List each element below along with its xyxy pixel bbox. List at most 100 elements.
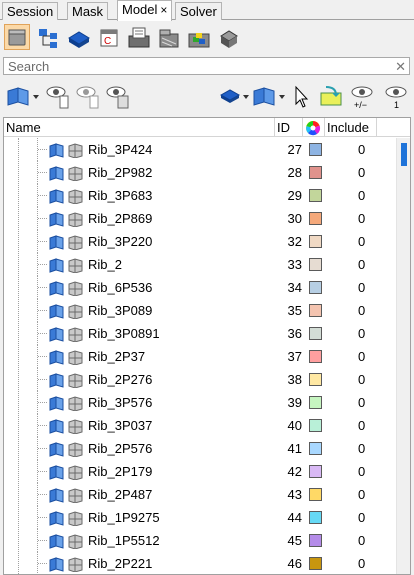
column-header-color[interactable] [303, 118, 325, 137]
tree-row[interactable]: Rib_3P424 27 0 [4, 138, 396, 161]
show-one-icon[interactable]: 1 [382, 83, 410, 111]
part-assembly-icon[interactable] [66, 24, 92, 50]
component-name[interactable]: Rib_2P487 [88, 487, 152, 502]
component-color-swatch[interactable] [309, 442, 322, 455]
component-color-swatch[interactable] [309, 235, 322, 248]
mesh-display-icon[interactable] [68, 257, 84, 273]
entity-display-icon[interactable] [6, 83, 42, 111]
component-visibility-icon[interactable] [49, 188, 65, 204]
tree-row[interactable]: Rib_2P576 41 0 [4, 437, 396, 460]
component-visibility-icon[interactable] [49, 257, 65, 273]
tree-row[interactable]: Rib_2P982 28 0 [4, 161, 396, 184]
mesh-display-icon[interactable] [68, 165, 84, 181]
component-color-swatch[interactable] [309, 166, 322, 179]
hide-icon[interactable] [74, 83, 100, 111]
component-name[interactable]: Rib_1P5512 [88, 533, 160, 548]
component-name[interactable]: Rib_3P089 [88, 303, 152, 318]
mesh-display-icon[interactable] [68, 395, 84, 411]
component-visibility-icon[interactable] [49, 464, 65, 480]
component-visibility-icon[interactable] [49, 395, 65, 411]
component-visibility-icon[interactable] [49, 487, 65, 503]
tree-row[interactable]: Rib_3P576 39 0 [4, 391, 396, 414]
tab-model[interactable]: Model × [117, 0, 173, 21]
tab-session[interactable]: Session [2, 2, 59, 20]
mesh-display-icon[interactable] [68, 418, 84, 434]
component-color-swatch[interactable] [309, 511, 322, 524]
component-visibility-icon[interactable] [49, 211, 65, 227]
tree-row[interactable]: Rib_2P276 38 0 [4, 368, 396, 391]
tree-row[interactable]: Rib_1P9275 44 0 [4, 506, 396, 529]
mesh-display-icon[interactable] [68, 142, 84, 158]
part-visibility-icon[interactable] [252, 83, 288, 111]
component-name[interactable]: Rib_2P221 [88, 556, 152, 571]
component-color-swatch[interactable] [309, 189, 322, 202]
component-color-swatch[interactable] [309, 212, 322, 225]
component-name[interactable]: Rib_3P220 [88, 234, 152, 249]
component-name[interactable]: Rib_2P179 [88, 464, 152, 479]
component-name[interactable]: Rib_3P683 [88, 188, 152, 203]
column-header-include[interactable]: Include [325, 118, 377, 137]
show-icon[interactable] [44, 83, 70, 111]
tree-row[interactable]: Rib_2P221 46 0 [4, 552, 396, 574]
mesh-display-icon[interactable] [68, 372, 84, 388]
tab-mask[interactable]: Mask [67, 2, 109, 20]
mesh-display-icon[interactable] [68, 441, 84, 457]
component-color-swatch[interactable] [309, 465, 322, 478]
mesh-display-icon[interactable] [68, 349, 84, 365]
clear-search-icon[interactable]: ✕ [395, 59, 406, 75]
component-view-icon[interactable] [4, 24, 30, 50]
component-visibility-icon[interactable] [49, 533, 65, 549]
component-name[interactable]: Rib_2P982 [88, 165, 152, 180]
property-icon[interactable] [186, 24, 212, 50]
column-header-id[interactable]: ID [275, 118, 303, 137]
component-visibility-icon[interactable] [49, 303, 65, 319]
component-color-icon[interactable] [219, 83, 253, 111]
tree-row[interactable]: Rib_3P037 40 0 [4, 414, 396, 437]
component-name[interactable]: Rib_2 [88, 257, 122, 272]
mesh-display-icon[interactable] [68, 464, 84, 480]
tree-row[interactable]: Rib_3P089 35 0 [4, 299, 396, 322]
material-icon[interactable] [156, 24, 182, 50]
component-color-swatch[interactable] [309, 419, 322, 432]
mesh-display-icon[interactable] [68, 303, 84, 319]
mesh-display-icon[interactable] [68, 487, 84, 503]
mesh-display-icon[interactable] [68, 533, 84, 549]
mesh-display-icon[interactable] [68, 211, 84, 227]
pointer-icon[interactable] [292, 83, 310, 111]
mesh-display-icon[interactable] [68, 234, 84, 250]
component-color-swatch[interactable] [309, 557, 322, 570]
component-visibility-icon[interactable] [49, 234, 65, 250]
component-visibility-icon[interactable] [49, 441, 65, 457]
component-visibility-icon[interactable] [49, 165, 65, 181]
component-name[interactable]: Rib_3P576 [88, 395, 152, 410]
component-name[interactable]: Rib_2P576 [88, 441, 152, 456]
component-color-swatch[interactable] [309, 534, 322, 547]
tab-close-icon[interactable]: × [160, 3, 167, 17]
component-color-swatch[interactable] [309, 258, 322, 271]
isolate-icon[interactable] [104, 83, 130, 111]
mesh-display-icon[interactable] [68, 280, 84, 296]
component-visibility-icon[interactable] [49, 280, 65, 296]
component-visibility-icon[interactable] [49, 510, 65, 526]
tree-row[interactable]: Rib_1P5512 45 0 [4, 529, 396, 552]
include-file-icon[interactable] [126, 24, 152, 50]
component-name[interactable]: Rib_6P536 [88, 280, 152, 295]
component-name[interactable]: Rib_3P424 [88, 142, 152, 157]
reverse-visibility-icon[interactable]: +/− [348, 83, 376, 111]
tree-row[interactable]: Rib_2P869 30 0 [4, 207, 396, 230]
component-color-swatch[interactable] [309, 327, 322, 340]
component-color-swatch[interactable] [309, 488, 322, 501]
export-icon[interactable] [318, 83, 344, 111]
mesh-display-icon[interactable] [68, 510, 84, 526]
solid-blocks-icon[interactable] [216, 24, 242, 50]
tree-row[interactable]: Rib_2 33 0 [4, 253, 396, 276]
tree-row[interactable]: Rib_2P179 42 0 [4, 460, 396, 483]
component-color-swatch[interactable] [309, 143, 322, 156]
tree-row[interactable]: Rib_3P220 32 0 [4, 230, 396, 253]
component-name[interactable]: Rib_2P37 [88, 349, 145, 364]
component-color-swatch[interactable] [309, 396, 322, 409]
calendar-reset-icon[interactable]: C [96, 24, 122, 50]
component-name[interactable]: Rib_2P276 [88, 372, 152, 387]
component-visibility-icon[interactable] [49, 556, 65, 572]
mesh-display-icon[interactable] [68, 556, 84, 572]
